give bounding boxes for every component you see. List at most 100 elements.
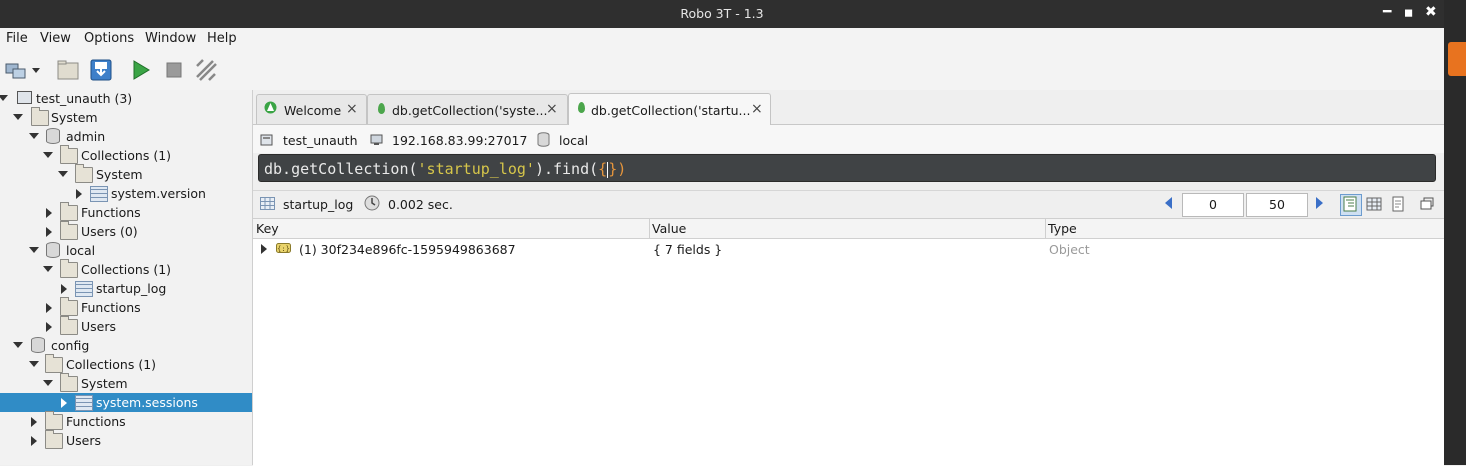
tree-server-node[interactable]: test_unauth (3) [0, 89, 252, 108]
next-page-icon[interactable] [1316, 197, 1323, 209]
row-value: { 7 fields } [653, 242, 723, 257]
tab-welcome[interactable]: Welcome × [256, 94, 367, 124]
database-icon [537, 132, 550, 147]
column-type[interactable]: Type [1048, 221, 1077, 236]
menu-view[interactable]: View [40, 31, 71, 46]
clock-icon [364, 195, 380, 211]
tree-admin-collections[interactable]: Collections (1) [0, 145, 252, 165]
connection-name: test_unauth [283, 133, 358, 148]
folder-icon [45, 411, 63, 430]
open-folder-icon[interactable] [56, 58, 80, 82]
tab-close-icon[interactable]: × [546, 101, 558, 117]
folder-icon [60, 202, 78, 221]
folder-icon [60, 297, 78, 316]
tree-db-admin[interactable]: admin [0, 127, 252, 146]
text-view-button[interactable] [1388, 194, 1410, 216]
table-row[interactable]: {:} (1) 30f234e896fc-1595949863687 { 7 f… [253, 239, 1444, 259]
menu-bar: File View Options Window Help [0, 28, 1444, 50]
result-collection-name: startup_log [283, 197, 354, 212]
collection-icon [75, 395, 93, 411]
tree-admin-system-folder[interactable]: System [0, 164, 252, 184]
background-accent [1448, 42, 1466, 76]
tree-config-collections[interactable]: Collections (1) [0, 354, 252, 374]
tree-config-functions[interactable]: Functions [0, 411, 252, 431]
tree-db-local[interactable]: local [0, 241, 252, 260]
window-title: Robo 3T - 1.3 [680, 6, 764, 21]
grid-header: Key Value Type [253, 219, 1444, 239]
tree-local-users[interactable]: Users [0, 316, 252, 336]
folder-icon [60, 221, 78, 240]
folder-icon [45, 354, 63, 373]
tab-query-startup[interactable]: db.getCollection('startu... × [568, 93, 771, 125]
database-icon [31, 337, 45, 353]
folder-icon [60, 259, 78, 278]
collection-icon [75, 281, 93, 297]
tree-system-version[interactable]: system.version [0, 184, 252, 203]
tree-config-users[interactable]: Users [0, 430, 252, 450]
tab-close-icon[interactable]: × [751, 101, 763, 117]
tab-close-icon[interactable]: × [346, 101, 358, 117]
maximize-results-button[interactable] [1417, 194, 1439, 216]
close-button[interactable]: ✖ [1425, 4, 1437, 20]
connect-icon[interactable] [4, 58, 28, 82]
maximize-button[interactable]: ◼ [1404, 6, 1413, 19]
menu-options[interactable]: Options [84, 31, 134, 46]
row-key: (1) 30f234e896fc-1595949863687 [299, 242, 516, 257]
tree-system-sessions[interactable]: system.sessions [0, 393, 252, 412]
tree-admin-functions[interactable]: Functions [0, 202, 252, 222]
table-view-button[interactable] [1364, 194, 1386, 216]
tree-view-button[interactable] [1340, 194, 1362, 216]
tab-query-system[interactable]: db.getCollection('syste... × [367, 94, 568, 124]
query-editor[interactable]: db.getCollection('startup_log').find({}) [258, 154, 1436, 182]
background-window-edge [1444, 0, 1466, 465]
connection-address: 192.168.83.99:27017 [392, 133, 528, 148]
table-view-icon [1366, 197, 1382, 211]
folder-icon [60, 316, 78, 335]
text-view-icon [1392, 196, 1404, 212]
explorer-tree: test_unauth (3) System admin Collections… [0, 90, 253, 465]
column-key[interactable]: Key [256, 221, 279, 236]
save-icon[interactable] [89, 58, 113, 82]
maximize-panel-icon [1420, 197, 1434, 210]
svg-text:{:}: {:} [277, 245, 290, 253]
computer-icon [370, 134, 383, 145]
execution-time: 0.002 sec. [388, 197, 453, 212]
stop-icon[interactable] [162, 58, 186, 82]
collection-icon [90, 186, 108, 202]
previous-page-icon[interactable] [1165, 197, 1172, 209]
folder-icon [60, 145, 78, 164]
title-bar: Robo 3T - 1.3 ━ ◼ ✖ [0, 0, 1444, 28]
connection-info-bar: test_unauth 192.168.83.99:27017 local [253, 125, 1444, 153]
execute-icon[interactable] [129, 58, 153, 82]
folder-icon [45, 430, 63, 449]
menu-help[interactable]: Help [207, 31, 237, 46]
limit-input[interactable]: 50 [1246, 193, 1308, 217]
menu-window[interactable]: Window [145, 31, 196, 46]
tools-icon[interactable] [194, 58, 218, 82]
server-icon [17, 91, 32, 104]
column-value[interactable]: Value [652, 221, 686, 236]
robo-icon [264, 101, 277, 114]
minimize-button[interactable]: ━ [1383, 4, 1391, 20]
collection-icon [260, 197, 275, 210]
tree-local-functions[interactable]: Functions [0, 297, 252, 317]
tree-admin-users[interactable]: Users (0) [0, 221, 252, 241]
connect-dropdown-icon[interactable] [30, 58, 42, 82]
folder-icon [60, 373, 78, 392]
database-icon [46, 128, 60, 144]
folder-icon [31, 107, 49, 126]
tree-startup-log[interactable]: startup_log [0, 279, 252, 298]
result-toolbar: startup_log 0.002 sec. 0 50 [253, 190, 1444, 217]
menu-file[interactable]: File [6, 31, 28, 46]
expand-row-icon[interactable] [261, 244, 267, 254]
toolbar [0, 50, 1444, 91]
tree-local-collections[interactable]: Collections (1) [0, 259, 252, 279]
tab-bar: Welcome × db.getCollection('syste... × d… [253, 90, 1444, 125]
document-icon: {:} [276, 243, 291, 253]
mongo-leaf-icon [378, 103, 385, 114]
tree-db-config[interactable]: config [0, 336, 252, 355]
tree-config-system-folder[interactable]: System [0, 373, 252, 393]
results-tree-grid: Key Value Type {:} (1) 30f234e896fc-1595… [253, 218, 1444, 466]
skip-input[interactable]: 0 [1182, 193, 1244, 217]
tree-system-folder[interactable]: System [0, 107, 252, 127]
